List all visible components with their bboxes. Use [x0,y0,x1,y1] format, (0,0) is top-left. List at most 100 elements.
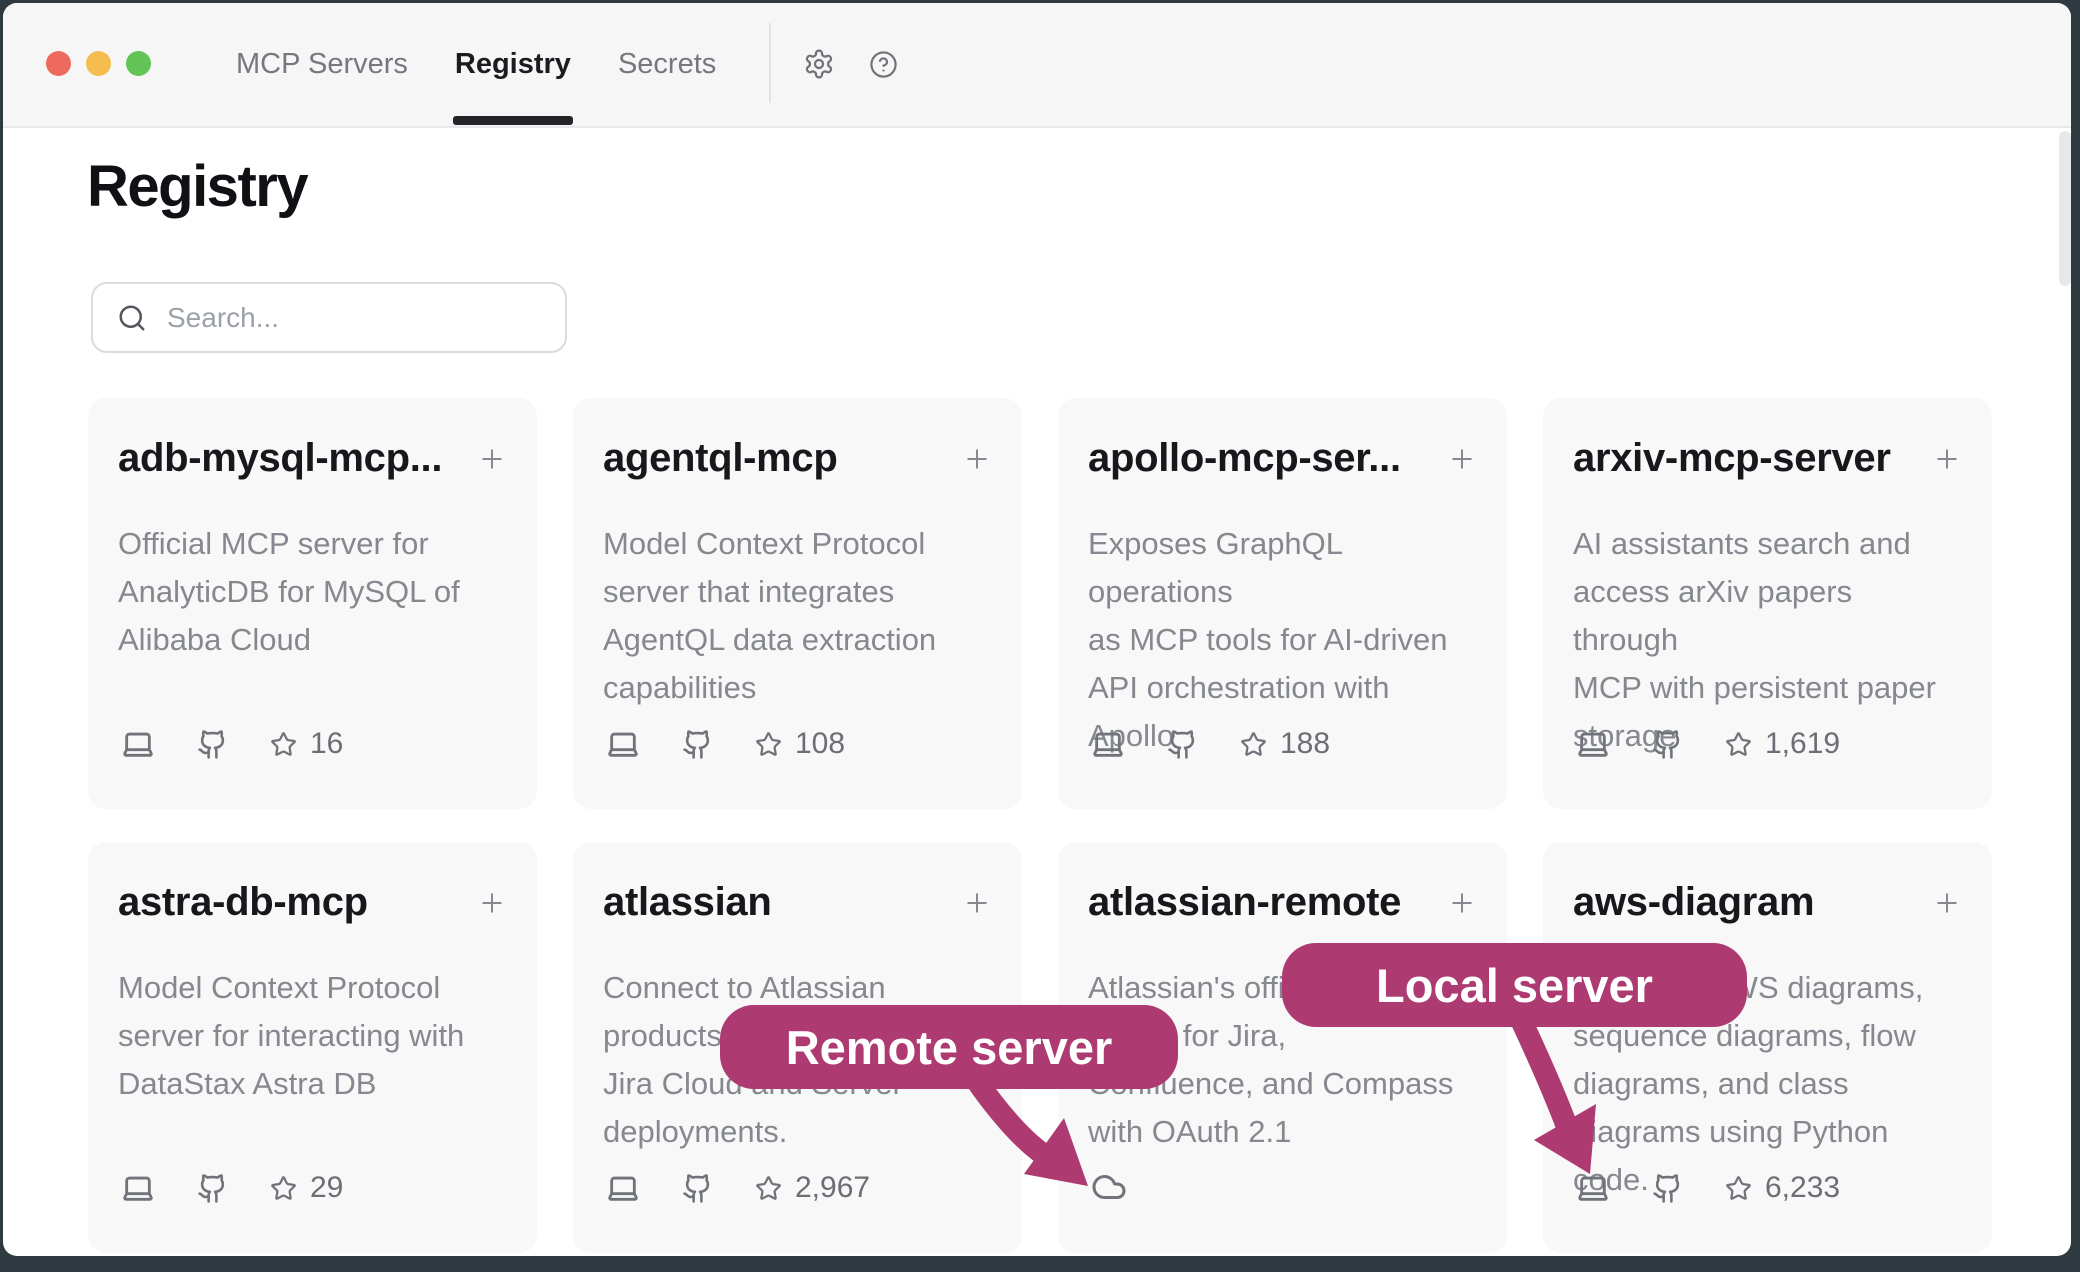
laptop-icon [1576,1171,1610,1205]
tab-registry[interactable]: Registry [455,3,571,126]
server-card[interactable]: agentql-mcp Model Context Protocol serve… [573,398,1022,809]
star-count: 16 [310,727,343,761]
remote-server-callout-label: Remote server [786,1020,1113,1075]
search-icon [117,303,147,333]
tab-bar: MCP Servers Registry Secrets [236,3,716,126]
star-icon [270,731,297,758]
plus-icon [962,888,992,918]
search-box [91,282,567,353]
star-count: 2,967 [795,1171,870,1205]
server-name: adb-mysql-mcp... [118,436,442,480]
window-controls [46,51,151,76]
tab-mcp-servers[interactable]: MCP Servers [236,3,408,126]
star-count: 188 [1280,727,1330,761]
server-name: arxiv-mcp-server [1573,436,1891,480]
cloud-icon [1091,1169,1127,1205]
server-name: astra-db-mcp [118,880,368,924]
card-stats: 188 [1091,727,1330,761]
github-icon[interactable] [197,729,228,760]
plus-icon [477,888,507,918]
star-icon [755,1175,782,1202]
close-window-button[interactable] [46,51,71,76]
add-server-button[interactable] [477,888,507,918]
minimize-window-button[interactable] [86,51,111,76]
help-button[interactable] [869,50,898,79]
active-tab-indicator [453,116,573,125]
card-header: astra-db-mcp [118,880,507,924]
remote-server-callout: Remote server [720,1005,1178,1089]
scrollbar-thumb[interactable] [2059,131,2071,286]
server-name: aws-diagram [1573,880,1814,924]
server-description: Official MCP server for AnalyticDB for M… [118,520,507,664]
tab-label: MCP Servers [236,48,408,81]
add-server-button[interactable] [962,444,992,474]
star-count: 108 [795,727,845,761]
laptop-icon [121,727,155,761]
server-name: atlassian-remote [1088,880,1401,924]
github-icon[interactable] [197,1173,228,1204]
server-name: atlassian [603,880,772,924]
add-server-button[interactable] [1932,888,1962,918]
tab-label: Registry [455,48,571,81]
add-server-button[interactable] [1447,444,1477,474]
toolbar-divider [769,23,771,103]
github-icon[interactable] [682,729,713,760]
plus-icon [1932,888,1962,918]
server-card[interactable]: aws-diagram Generate AWS diagrams, seque… [1543,842,1992,1253]
github-icon[interactable] [682,1173,713,1204]
plus-icon [1447,444,1477,474]
server-card[interactable]: arxiv-mcp-server AI assistants search an… [1543,398,1992,809]
add-server-button[interactable] [1932,444,1962,474]
search-input[interactable] [167,302,545,334]
settings-button[interactable] [803,48,835,80]
card-header: aws-diagram [1573,880,1962,924]
laptop-icon [121,1171,155,1205]
server-description: Model Context Protocol server for intera… [118,964,507,1108]
plus-icon [1447,888,1477,918]
add-server-button[interactable] [477,444,507,474]
laptop-icon [1576,727,1610,761]
card-stats: 1,619 [1576,727,1840,761]
card-header: agentql-mcp [603,436,992,480]
star-icon [1725,1175,1752,1202]
zoom-window-button[interactable] [126,51,151,76]
plus-icon [962,444,992,474]
star-count: 6,233 [1765,1171,1840,1205]
laptop-icon [1091,727,1125,761]
server-card[interactable]: adb-mysql-mcp... Official MCP server for… [88,398,537,809]
card-header: apollo-mcp-ser... [1088,436,1477,480]
card-stats: 29 [121,1171,343,1205]
server-name: agentql-mcp [603,436,838,480]
github-icon[interactable] [1652,1173,1683,1204]
card-stats: 16 [121,727,343,761]
star-icon [755,731,782,758]
laptop-icon [606,727,640,761]
plus-icon [1932,444,1962,474]
server-description: Exposes GraphQL operations as MCP tools … [1088,520,1477,760]
star-count: 1,619 [1765,727,1840,761]
add-server-button[interactable] [1447,888,1477,918]
card-stats [1091,1169,1169,1205]
laptop-icon [606,1171,640,1205]
plus-icon [477,444,507,474]
server-card[interactable]: apollo-mcp-ser... Exposes GraphQL operat… [1058,398,1507,809]
card-stats: 2,967 [606,1171,870,1205]
server-description: AI assistants search and access arXiv pa… [1573,520,1962,760]
server-description: Model Context Protocol server that integ… [603,520,992,712]
help-icon [869,50,898,79]
server-card-grid: adb-mysql-mcp... Official MCP server for… [88,398,1992,1253]
gear-icon [803,48,835,80]
local-server-callout: Local server [1282,943,1747,1027]
github-icon[interactable] [1652,729,1683,760]
card-stats: 6,233 [1576,1171,1840,1205]
tab-secrets[interactable]: Secrets [618,3,716,126]
github-icon[interactable] [1167,729,1198,760]
tab-label: Secrets [618,48,716,81]
server-card[interactable]: astra-db-mcp Model Context Protocol serv… [88,842,537,1253]
add-server-button[interactable] [962,888,992,918]
card-header: adb-mysql-mcp... [118,436,507,480]
star-icon [1725,731,1752,758]
titlebar: MCP Servers Registry Secrets [3,3,2071,128]
local-server-callout-label: Local server [1376,958,1653,1013]
card-stats: 108 [606,727,845,761]
